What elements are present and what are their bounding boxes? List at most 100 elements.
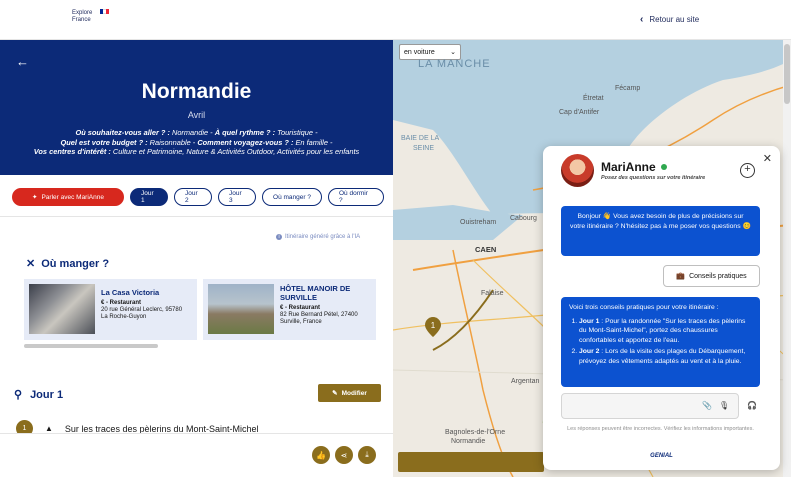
answer-budget: Raisonnable -	[147, 137, 198, 147]
restaurant-category: € - Restaurant	[280, 305, 321, 311]
travel-mode-value: en voiture	[404, 48, 435, 56]
tip-item: Jour 1 : Pour la randonnée "Sur les trac…	[579, 317, 752, 346]
tab-day-2[interactable]: Jour 2	[174, 188, 212, 206]
tip-label: Jour 2	[579, 348, 600, 355]
back-to-site-label: Retour au site	[649, 15, 700, 24]
caret-up-icon: ▲	[45, 424, 53, 433]
online-status-icon	[660, 164, 667, 170]
map-action-button[interactable]	[398, 452, 544, 472]
share-icon[interactable]: ⋖	[335, 446, 353, 464]
map-label-argentan: Argentan	[511, 378, 540, 385]
quick-reply-button[interactable]: 💼 Conseils pratiques	[663, 265, 760, 287]
map-label-caen: CAEN	[475, 245, 497, 254]
top-bar: Explore France ‹ Retour au site	[0, 0, 791, 40]
assistant-message: Bonjour 👋 Vous avez besoin de plus de pr…	[561, 206, 760, 256]
briefcase-icon: 💼	[676, 273, 686, 280]
tip-item: Jour 2 : Lors de la visite des plages du…	[579, 347, 752, 366]
attachment-icon[interactable]: 📎	[702, 401, 712, 410]
day-heading: ⚲ Jour 1	[14, 388, 64, 402]
restaurant-info: La Casa Victoria € - Restaurant 20 rue G…	[101, 284, 182, 321]
where-to-eat-title: Où manger ?	[41, 257, 110, 270]
restaurant-photo	[29, 284, 95, 334]
day-title: Jour 1	[30, 388, 64, 401]
itinerary-panel: ← Normandie Avril Où souhaitez-vous alle…	[0, 40, 393, 477]
restaurant-photo	[208, 284, 274, 334]
ai-generated-label: Itinéraire généré grâce à l'IA	[285, 234, 361, 240]
avatar	[561, 154, 594, 187]
answer-travel: En famille -	[293, 137, 333, 147]
question-travel: Comment voyagez-vous ? :	[197, 137, 294, 147]
cutlery-icon: ✕	[26, 258, 36, 270]
page-title: Normandie	[141, 80, 252, 103]
itinerary-tabs: ✦ Parler avec MariAnne Jour 1 Jour 2 Jou…	[12, 188, 384, 206]
restaurant-city: Surville, France	[280, 319, 322, 325]
tip-label: Jour 1	[579, 317, 600, 325]
microphone-icon[interactable]: 🎙	[719, 401, 729, 410]
tips-intro: Voici trois conseils pratiques pour votr…	[569, 304, 719, 311]
new-chat-icon[interactable]: +	[740, 163, 755, 178]
ai-generated-note: i Itinéraire généré grâce à l'IA	[276, 234, 360, 240]
assistant-subtitle: Posez des questions sur votre itinéraire	[601, 175, 706, 181]
cards-scrollbar[interactable]	[24, 344, 158, 348]
assistant-name-row: MariAnne	[601, 160, 667, 174]
page-scrollbar[interactable]	[783, 40, 791, 477]
assistant-message: Voici trois conseils pratiques pour votr…	[561, 297, 760, 387]
restaurant-address: 20 rue Général Leclerc, 95780	[101, 307, 183, 313]
answer-destination: Normandie -	[169, 128, 215, 137]
map-marker-icon[interactable]: 1	[425, 317, 441, 337]
divider	[0, 216, 393, 217]
quick-reply-label: Conseils pratiques	[689, 272, 747, 280]
close-icon[interactable]: ✕	[763, 152, 772, 165]
tab-day-1[interactable]: Jour 1	[130, 188, 168, 206]
trip-preferences: Où souhaitez-vous aller ? : Normandie - …	[10, 128, 383, 157]
restaurant-card[interactable]: HÔTEL MANOIR DE SURVILLE € - Restaurant …	[203, 279, 376, 340]
download-icon[interactable]: ⤓	[358, 446, 376, 464]
tab-day-3[interactable]: Jour 3	[218, 188, 256, 206]
map-label-falaise: Falaise	[481, 290, 504, 297]
route-icon: ⚲	[14, 389, 23, 401]
tab-where-to-sleep[interactable]: Où dormir ?	[328, 188, 384, 206]
question-rhythm: À quel rythme ? :	[214, 128, 276, 137]
back-arrow-icon[interactable]: ←	[16, 54, 29, 69]
answer-rhythm: Touristique -	[275, 128, 318, 137]
map-label-cabourg: Cabourg	[510, 215, 537, 222]
answer-interests: Culture et Patrimoine, Nature & Activité…	[110, 147, 360, 157]
chevron-left-icon: ‹	[640, 14, 644, 25]
back-to-site-link[interactable]: ‹ Retour au site	[640, 14, 699, 25]
chat-disclaimer: Les réponses peuvent être incorrectes. V…	[567, 426, 754, 432]
chat-widget: ✕ MariAnne Posez des questions sur votre…	[543, 146, 780, 470]
hero-banner: ← Normandie Avril Où souhaitez-vous alle…	[0, 40, 393, 175]
map-label-etretat: Étretat	[583, 95, 604, 102]
map-label-normandie: Normandie	[451, 438, 486, 445]
tip-text: : Pour la randonnée "Sur les traces des …	[579, 317, 746, 344]
info-icon: i	[276, 234, 282, 240]
map-label-sea: LA MANCHE	[418, 58, 491, 70]
map-label-cap-antifer: Cap d'Antifer	[559, 109, 600, 116]
assistant-name: MariAnne	[601, 160, 656, 174]
map-marker-number: 1	[431, 321, 436, 330]
modify-button[interactable]: ✎ Modifier	[318, 384, 381, 402]
tab-where-to-eat[interactable]: Où manger ?	[262, 188, 322, 206]
question-destination: Où souhaitez-vous aller ? :	[75, 128, 170, 137]
logo-line1: Explore	[72, 10, 93, 16]
restaurant-name: La Casa Victoria	[101, 288, 160, 297]
headset-icon[interactable]: 🎧	[747, 401, 757, 410]
restaurant-card[interactable]: La Casa Victoria € - Restaurant 20 rue G…	[24, 279, 197, 340]
talk-to-marianne-button[interactable]: ✦ Parler avec MariAnne	[12, 188, 124, 206]
genial-brand: GENIAL	[650, 453, 673, 459]
pencil-icon: ✎	[332, 390, 338, 397]
thumbs-up-icon[interactable]: 👍	[312, 446, 330, 464]
explore-france-logo[interactable]: Explore France	[72, 9, 109, 24]
trip-month: Avril	[187, 110, 206, 120]
restaurant-cards: La Casa Victoria € - Restaurant 20 rue G…	[24, 279, 376, 340]
map-label-fecamp: Fécamp	[615, 85, 641, 92]
sparkle-icon: ✦	[32, 194, 38, 201]
restaurant-category: € - Restaurant	[101, 300, 142, 306]
question-interests: Vos centres d'intérêt :	[33, 147, 111, 157]
scrollbar-thumb[interactable]	[784, 44, 790, 104]
modify-label: Modifier	[341, 389, 367, 397]
chat-input[interactable]: 📎 🎙	[561, 393, 739, 419]
logo-line2: France	[72, 17, 91, 23]
tip-text: : Lors de la visite des plages du Débarq…	[579, 348, 746, 365]
map-label-bagnoles: Bagnoles-de-l'Orne	[445, 429, 506, 436]
